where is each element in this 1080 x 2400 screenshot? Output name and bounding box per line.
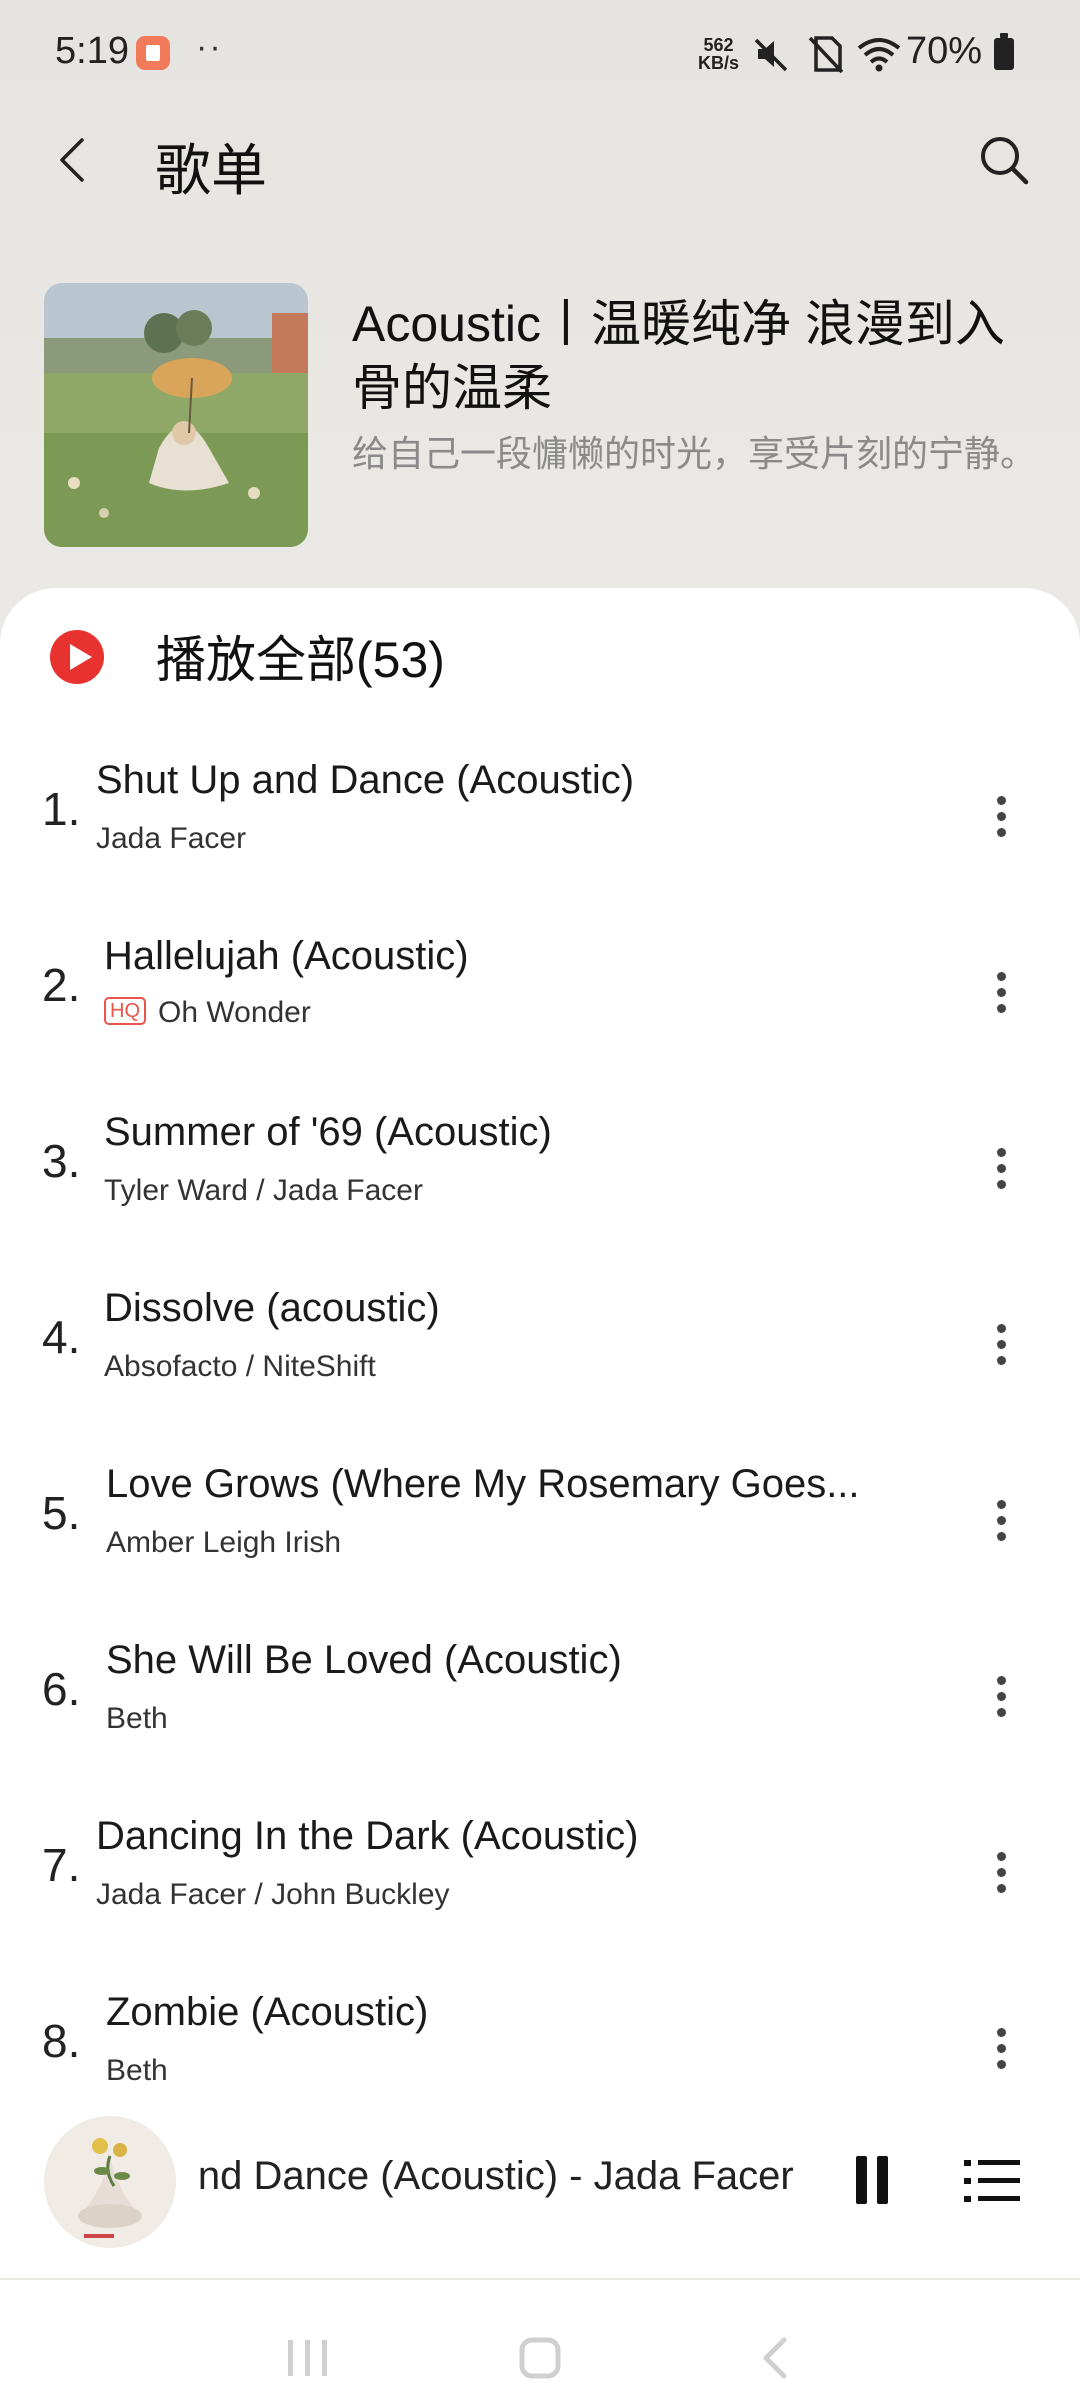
page-title: 歌单 [155,139,267,202]
song-artist: Jada Facer [96,822,247,855]
playlist-icon[interactable] [964,2158,1020,2204]
more-vertical-icon[interactable] [986,1848,1016,1898]
track-number: 3. [42,1135,81,1187]
song-artist: Tyler Ward / Jada Facer [104,1174,423,1207]
battery-percent: 70% [906,30,983,72]
list-item[interactable]: 4. Dissolve (acoustic) Absofacto / NiteS… [0,1268,1080,1444]
more-vertical-icon[interactable] [986,968,1016,1018]
song-title: Zombie (Acoustic) [106,1990,429,2034]
song-artist: Oh Wonder [158,996,311,1029]
chevron-left-icon[interactable] [48,132,104,188]
back-nav-icon[interactable] [754,2334,794,2382]
play-circle-icon[interactable] [48,628,106,686]
status-bar: 5:19 ·· 562 KB/s 70% [0,0,1080,110]
more-notifications-indicator: ·· [196,28,223,66]
no-sim-icon [808,36,844,74]
search-icon[interactable] [976,132,1032,188]
wifi-icon [857,38,901,72]
network-speed: 562 KB/s [698,36,739,72]
song-artist-line: HQ Oh Wonder [104,996,311,1030]
track-number: 6. [42,1663,81,1715]
list-item[interactable]: 7. Dancing In the Dark (Acoustic) Jada F… [0,1796,1080,1972]
track-number: 4. [42,1311,81,1363]
now-playing-marquee[interactable]: Shut Up and Dance (Acoustic) - Jada Face… [200,2154,812,2214]
song-title: Summer of '69 (Acoustic) [104,1110,552,1154]
play-all-button[interactable]: 播放全部(53) [156,620,445,692]
song-title: Dissolve (acoustic) [104,1286,440,1330]
now-playing-cover[interactable] [44,2116,176,2248]
hq-badge: HQ [104,997,146,1026]
more-vertical-icon[interactable] [986,1320,1016,1370]
status-time: 5:19 [55,30,129,72]
more-vertical-icon[interactable] [986,1496,1016,1546]
song-title: Love Grows (Where My Rosemary Goes... [106,1462,860,1506]
song-title: Hallelujah (Acoustic) [104,934,469,978]
song-artist: Jada Facer / John Buckley [96,1878,450,1911]
playlist-title: Acoustic丨温暖纯净 浪漫到入骨的温柔 [352,296,1005,416]
song-title: Dancing In the Dark (Acoustic) [96,1814,639,1858]
song-artist: Absofacto / NiteShift [104,1350,376,1383]
battery-icon [994,33,1014,70]
playlist-description[interactable]: 给自己一段慵懒的时光，享受片刻的宁静。 [352,430,1042,478]
list-item[interactable]: 2. Hallelujah (Acoustic) HQ Oh Wonder [0,916,1080,1092]
track-number: 8. [42,2015,81,2067]
song-artist: Beth [106,1702,168,1735]
list-item[interactable]: 3. Summer of '69 (Acoustic) Tyler Ward /… [0,1092,1080,1268]
playlist-cover[interactable] [44,283,308,547]
more-vertical-icon[interactable] [986,1672,1016,1722]
track-number: 2. [42,959,81,1011]
network-speed-unit: KB/s [698,53,740,73]
track-number: 1. [42,783,81,835]
list-item[interactable]: 1. Shut Up and Dance (Acoustic) Jada Fac… [0,740,1080,916]
notification-app-icon [136,36,170,70]
network-speed-value: 562 [703,35,734,55]
song-artist: Amber Leigh Irish [106,1526,342,1559]
pause-icon[interactable] [856,2156,890,2204]
now-playing-text: Shut Up and Dance (Acoustic) - Jada Face… [200,2154,794,2198]
more-vertical-icon[interactable] [986,1144,1016,1194]
now-playing-cover-art [44,2116,176,2248]
recent-apps-icon[interactable] [284,2336,332,2380]
track-number: 5. [42,1487,81,1539]
song-title: She Will Be Loved (Acoustic) [106,1638,622,1682]
list-item[interactable]: 5. Love Grows (Where My Rosemary Goes...… [0,1444,1080,1620]
song-artist: Beth [106,2054,168,2087]
track-number: 7. [42,1839,81,1891]
song-title: Shut Up and Dance (Acoustic) [96,758,635,802]
mute-icon [754,38,788,72]
system-navigation-bar [0,2280,1080,2400]
playlist-cover-painting [44,283,308,547]
home-icon[interactable] [518,2334,562,2382]
more-vertical-icon[interactable] [986,2024,1016,2074]
more-vertical-icon[interactable] [986,792,1016,842]
list-item[interactable]: 6. She Will Be Loved (Acoustic) Beth [0,1620,1080,1796]
